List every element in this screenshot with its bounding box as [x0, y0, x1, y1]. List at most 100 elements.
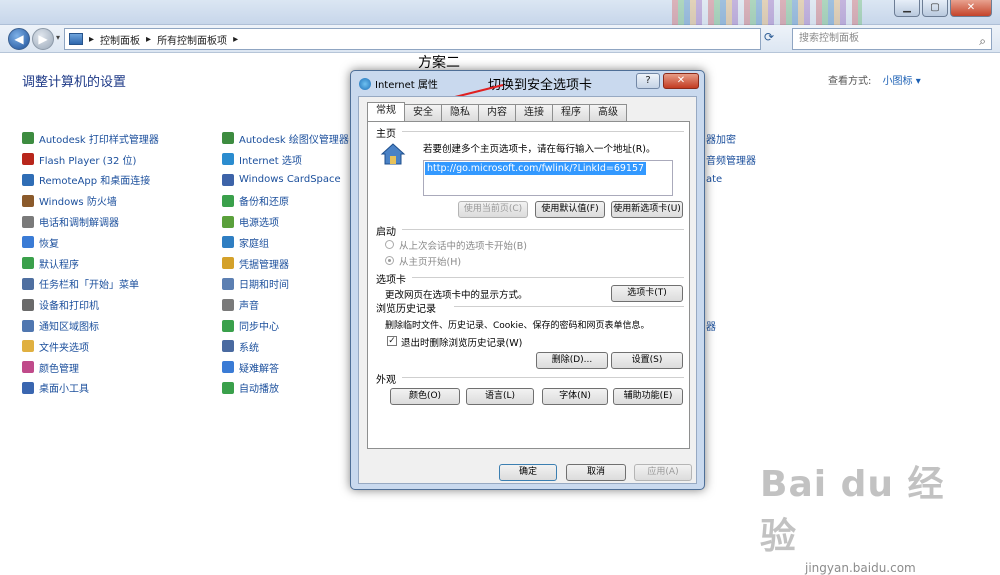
- control-panel-item[interactable]: 桌面小工具: [22, 378, 159, 399]
- control-panel-item[interactable]: 同步中心: [222, 315, 349, 336]
- control-panel-item[interactable]: 电源选项: [222, 211, 349, 232]
- control-panel-item-partial[interactable]: ate: [706, 170, 756, 191]
- dialog-close-button[interactable]: ✕: [663, 73, 699, 89]
- tabs-button[interactable]: 选项卡(T): [611, 285, 683, 302]
- refresh-icon[interactable]: ⟳: [764, 30, 774, 44]
- control-panel-item[interactable]: 任务栏和「开始」菜单: [22, 274, 159, 295]
- delete-on-exit-checkbox[interactable]: ✓: [387, 336, 397, 346]
- control-panel-item[interactable]: 通知区域图标: [22, 315, 159, 336]
- startup-radio-homepage[interactable]: [385, 256, 394, 265]
- item-label: 器加密: [706, 134, 736, 146]
- tab-5[interactable]: 程序: [552, 104, 590, 121]
- homepage-desc: 若要创建多个主页选项卡，请在每行输入一个地址(R)。: [423, 144, 656, 155]
- tab-0[interactable]: 常规: [367, 102, 405, 121]
- control-panel-item-partial[interactable]: [706, 294, 756, 315]
- control-panel-item[interactable]: Windows 防火墙: [22, 190, 159, 211]
- watermark-brand: Bai du 经验: [760, 464, 945, 557]
- breadcrumb-all-items[interactable]: 所有控制面板项: [157, 32, 227, 47]
- control-panel-item[interactable]: Autodesk 打印样式管理器: [22, 128, 159, 149]
- item-label: 恢复: [39, 238, 59, 250]
- item-icon: [222, 153, 234, 166]
- control-panel-item-partial[interactable]: [706, 211, 756, 232]
- apply-button[interactable]: 应用(A): [634, 464, 692, 481]
- item-label: 电源选项: [239, 218, 279, 230]
- control-panel-item-partial[interactable]: [706, 274, 756, 295]
- control-panel-item[interactable]: 颜色管理: [22, 357, 159, 378]
- internet-properties-dialog: Internet 属性 切换到安全选项卡 ? ✕ 常规 安全 隐私 内容 连接 程序 高级 …: [350, 70, 705, 490]
- control-panel-item[interactable]: Autodesk 绘图仪管理器: [222, 128, 349, 149]
- control-panel-item[interactable]: 文件夹选项: [22, 336, 159, 357]
- control-panel-item[interactable]: 自动播放: [222, 378, 349, 399]
- item-label: 声音: [239, 301, 259, 313]
- minimize-button[interactable]: ▁: [894, 0, 920, 17]
- item-label: Autodesk 绘图仪管理器: [239, 134, 349, 146]
- control-panel-item[interactable]: 恢复: [22, 232, 159, 253]
- control-panel-item[interactable]: 家庭组: [222, 232, 349, 253]
- item-label: 默认程序: [39, 259, 79, 271]
- item-label: Autodesk 打印样式管理器: [39, 134, 159, 146]
- watermark-url: jingyan.baidu.com: [805, 561, 916, 575]
- page-title: 调整计算机的设置: [22, 75, 127, 90]
- back-button[interactable]: ◀: [8, 28, 30, 50]
- control-panel-item-partial[interactable]: [706, 253, 756, 274]
- control-panel-item[interactable]: 默认程序: [22, 253, 159, 274]
- homepage-url-textarea[interactable]: http://go.microsoft.com/fwlink/?LinkId=6…: [423, 160, 673, 196]
- tab-3[interactable]: 内容: [478, 104, 516, 121]
- tab-1[interactable]: 安全: [404, 104, 442, 121]
- control-panel-item-partial[interactable]: 器加密: [706, 128, 756, 149]
- control-panel-item[interactable]: 凭据管理器: [222, 253, 349, 274]
- colors-button[interactable]: 颜色(O): [390, 388, 460, 405]
- item-icon: [22, 194, 34, 207]
- control-panel-item-partial[interactable]: [706, 190, 756, 211]
- control-panel-item[interactable]: 日期和时间: [222, 274, 349, 295]
- tab-4[interactable]: 连接: [515, 104, 553, 121]
- control-panel-item-partial[interactable]: 音频管理器: [706, 149, 756, 170]
- control-panel-item[interactable]: 声音: [222, 294, 349, 315]
- address-bar: ◀ ▶ ▾ ▸ 控制面板 ▸ 所有控制面板项 ▸ ⟳ 搜索控制面板 ⌕: [0, 25, 1000, 53]
- search-placeholder: 搜索控制面板: [799, 33, 859, 44]
- cancel-button[interactable]: 取消: [566, 464, 626, 481]
- startup-radio-last-session[interactable]: [385, 240, 394, 249]
- item-icon: [222, 132, 234, 145]
- forward-button[interactable]: ▶: [32, 28, 54, 50]
- search-icon[interactable]: ⌕: [979, 31, 986, 51]
- control-panel-item[interactable]: 备份和还原: [222, 190, 349, 211]
- control-panel-item[interactable]: RemoteApp 和桌面连接: [22, 170, 159, 191]
- tab-6[interactable]: 高级: [589, 104, 627, 121]
- help-button[interactable]: ?: [636, 73, 660, 89]
- control-panel-item[interactable]: 设备和打印机: [22, 294, 159, 315]
- control-panel-item[interactable]: 电话和调制解调器: [22, 211, 159, 232]
- control-panel-item[interactable]: Windows CardSpace: [222, 170, 349, 191]
- item-label: 器: [706, 322, 716, 334]
- background-palette: [672, 0, 862, 25]
- history-dropdown-icon[interactable]: ▾: [56, 33, 60, 42]
- control-panel-item-partial[interactable]: [706, 232, 756, 253]
- use-current-button[interactable]: 使用当前页(C): [458, 201, 528, 218]
- languages-button[interactable]: 语言(L): [466, 388, 534, 405]
- control-panel-item[interactable]: Flash Player (32 位): [22, 149, 159, 170]
- use-default-button[interactable]: 使用默认值(F): [535, 201, 605, 218]
- accessibility-button[interactable]: 辅助功能(E): [613, 388, 683, 405]
- control-panel-item[interactable]: 疑难解答: [222, 357, 349, 378]
- item-icon: [22, 215, 34, 228]
- delete-history-button[interactable]: 删除(D)...: [536, 352, 608, 369]
- control-panel-item[interactable]: Internet 选项: [222, 149, 349, 170]
- control-panel-item[interactable]: 系统: [222, 336, 349, 357]
- maximize-button[interactable]: ▢: [922, 0, 948, 17]
- fonts-button[interactable]: 字体(N): [542, 388, 608, 405]
- tab-2[interactable]: 隐私: [441, 104, 479, 121]
- history-settings-button[interactable]: 设置(S): [611, 352, 683, 369]
- use-new-tab-button[interactable]: 使用新选项卡(U): [611, 201, 683, 218]
- control-panel-icon: [69, 33, 83, 45]
- address-field[interactable]: ▸ 控制面板 ▸ 所有控制面板项 ▸: [64, 28, 761, 50]
- breadcrumb-control-panel[interactable]: 控制面板: [100, 32, 140, 47]
- dialog-title-text: Internet 属性: [375, 80, 438, 91]
- ok-button[interactable]: 确定: [499, 464, 557, 481]
- view-by-dropdown[interactable]: 小图标 ▾: [883, 76, 921, 87]
- annotation-scheme: 方案二: [418, 55, 460, 71]
- item-icon: [222, 277, 234, 290]
- control-panel-item-partial[interactable]: 器: [706, 315, 756, 336]
- close-button[interactable]: ✕: [950, 0, 992, 17]
- search-input[interactable]: 搜索控制面板 ⌕: [792, 28, 992, 50]
- breadcrumb-sep-icon: ▸: [89, 33, 95, 45]
